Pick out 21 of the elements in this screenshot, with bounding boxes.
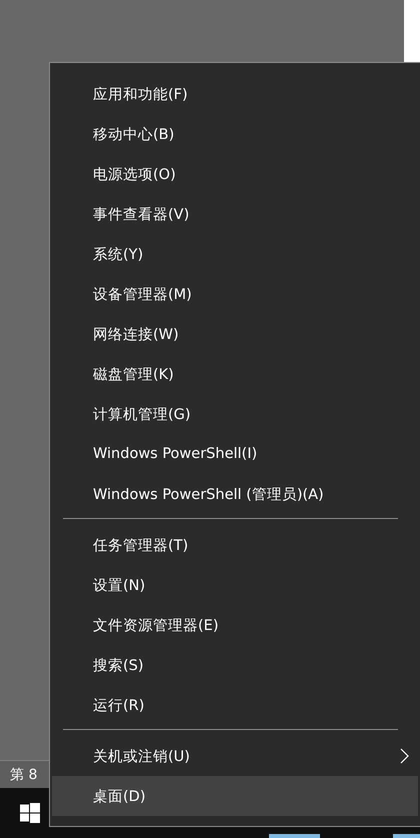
menu-item[interactable]: 移动中心(B) <box>52 114 418 154</box>
menu-item[interactable]: Windows PowerShell (管理员)(A) <box>52 474 418 514</box>
menu-item[interactable]: 计算机管理(G) <box>52 394 418 434</box>
menu-item[interactable]: 应用和功能(F) <box>52 74 418 114</box>
menu-item[interactable]: 文件资源管理器(E) <box>52 605 418 645</box>
menu-item[interactable]: 任务管理器(T) <box>52 525 418 565</box>
page-indicator: 第 8 <box>10 766 38 784</box>
menu-item[interactable]: 电源选项(O) <box>52 154 418 194</box>
menu-item[interactable]: 搜索(S) <box>52 645 418 685</box>
menu-item[interactable]: 系统(Y) <box>52 234 418 274</box>
menu-item[interactable]: 运行(R) <box>52 685 418 725</box>
menu-item[interactable]: 设置(N) <box>52 565 418 605</box>
menu-item[interactable]: 设备管理器(M) <box>52 274 418 314</box>
menu-item[interactable]: 磁盘管理(K) <box>52 354 418 394</box>
menu-item[interactable]: 网络连接(W) <box>52 314 418 354</box>
menu-item[interactable]: Windows PowerShell(I) <box>52 434 418 474</box>
menu-item[interactable]: 桌面(D) <box>52 776 418 816</box>
menu-item[interactable]: 事件查看器(V) <box>52 194 418 234</box>
chevron-right-icon <box>400 748 409 764</box>
menu-item[interactable]: 关机或注销(U) <box>52 736 418 776</box>
start-button[interactable] <box>20 803 40 823</box>
